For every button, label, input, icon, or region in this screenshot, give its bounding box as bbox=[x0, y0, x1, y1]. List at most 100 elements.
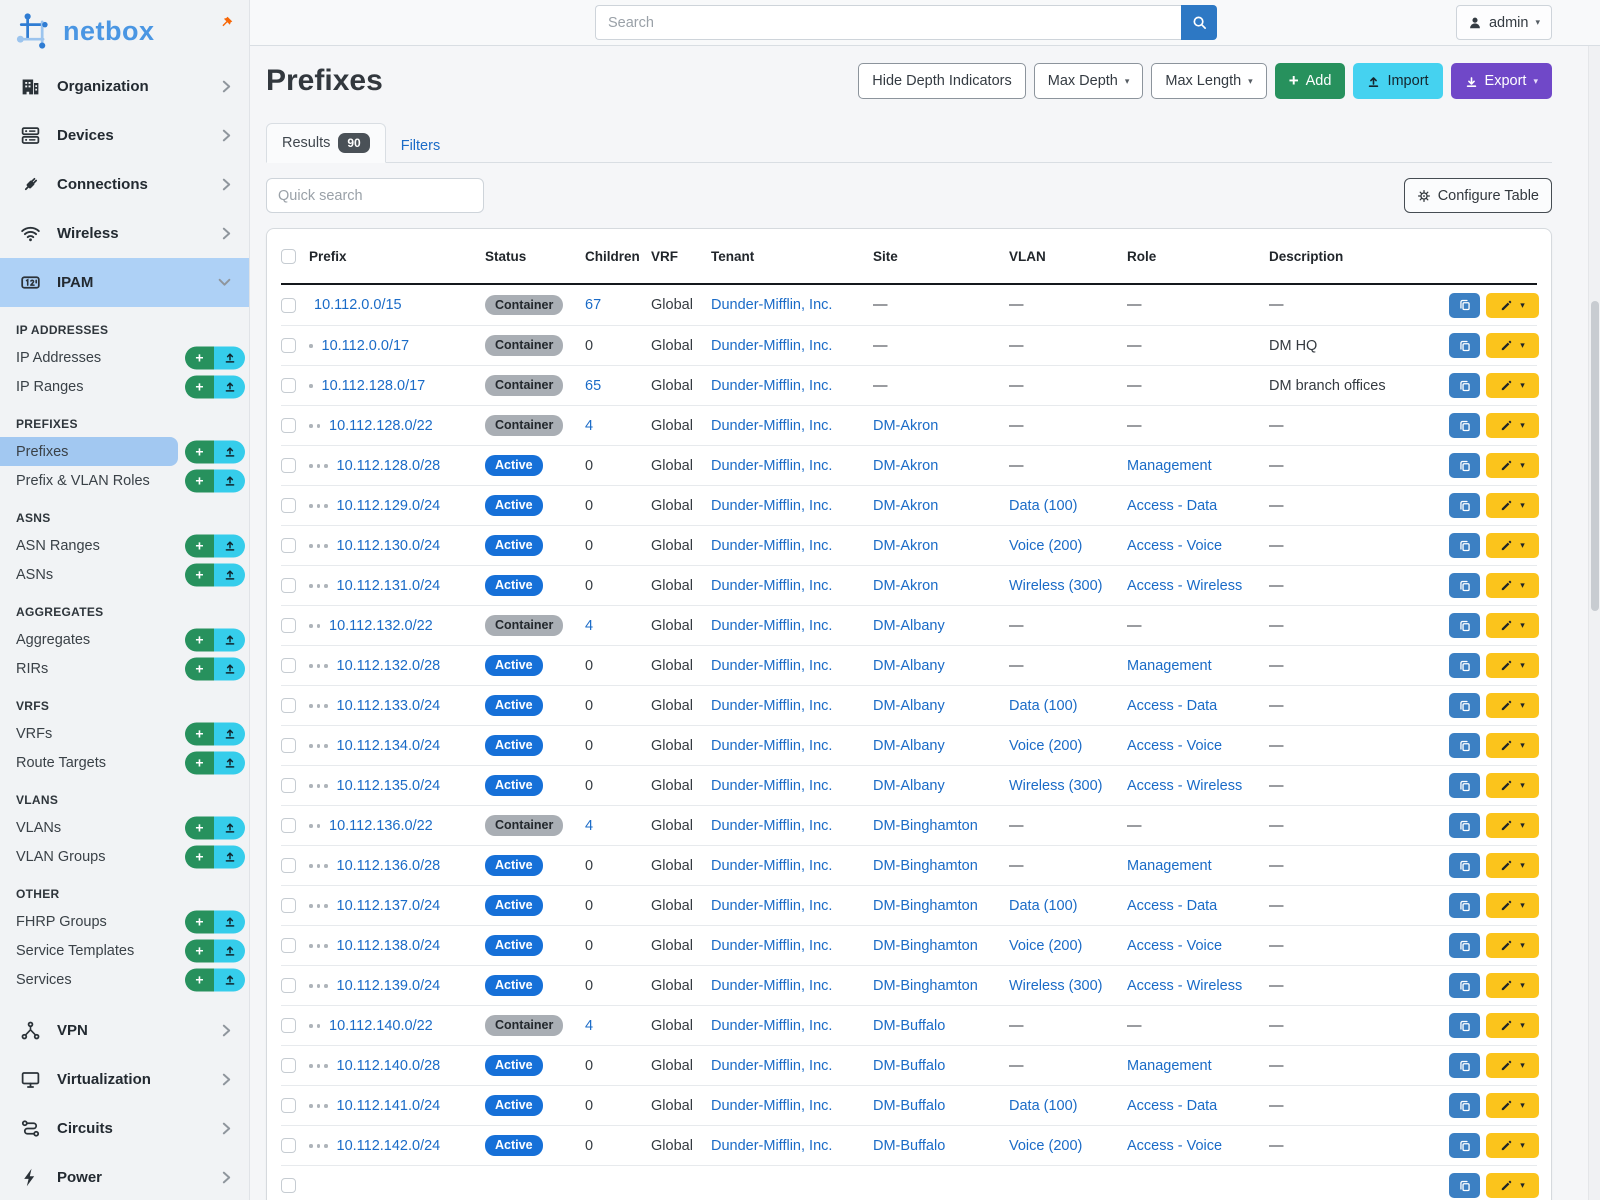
sidebar-item-vlan-groups[interactable]: VLAN Groups bbox=[0, 842, 178, 871]
plus-icon[interactable]: + bbox=[185, 346, 214, 369]
prefix-link[interactable]: 10.112.135.0/24 bbox=[337, 778, 441, 794]
sidebar-item-rirs[interactable]: RIRs bbox=[0, 654, 178, 683]
edit-dropdown-button[interactable]: ▾ bbox=[1486, 333, 1539, 358]
row-checkbox[interactable] bbox=[281, 578, 296, 593]
prefix-link[interactable]: 10.112.134.0/24 bbox=[337, 738, 441, 754]
column-header-tenant[interactable]: Tenant bbox=[711, 249, 873, 264]
sidebar-item-asn-ranges[interactable]: ASN Ranges bbox=[0, 531, 178, 560]
sidebar-item-prefix-vlan-roles[interactable]: Prefix & VLAN Roles bbox=[0, 466, 178, 495]
children-count-link[interactable]: 65 bbox=[585, 378, 601, 394]
plus-icon[interactable]: + bbox=[185, 375, 214, 398]
tenant-link[interactable]: Dunder-Mifflin, Inc. bbox=[711, 938, 832, 954]
site-link[interactable]: DM-Buffalo bbox=[873, 1098, 945, 1114]
scrollbar[interactable] bbox=[1588, 46, 1600, 1200]
site-link[interactable]: DM-Akron bbox=[873, 538, 938, 554]
row-checkbox[interactable] bbox=[281, 738, 296, 753]
import-icon[interactable] bbox=[214, 939, 245, 962]
clone-button[interactable] bbox=[1449, 933, 1480, 958]
row-checkbox[interactable] bbox=[281, 778, 296, 793]
edit-dropdown-button[interactable]: ▾ bbox=[1486, 693, 1539, 718]
tenant-link[interactable]: Dunder-Mifflin, Inc. bbox=[711, 1058, 832, 1074]
hide-depth-indicators-button[interactable]: Hide Depth Indicators bbox=[858, 63, 1025, 99]
prefix-link[interactable]: 10.112.129.0/24 bbox=[337, 498, 441, 514]
column-header-vrf[interactable]: VRF bbox=[651, 249, 711, 264]
row-checkbox[interactable] bbox=[281, 938, 296, 953]
clone-button[interactable] bbox=[1449, 893, 1480, 918]
row-checkbox[interactable] bbox=[281, 818, 296, 833]
prefix-link[interactable]: 10.112.136.0/22 bbox=[329, 818, 433, 834]
row-checkbox[interactable] bbox=[281, 858, 296, 873]
tenant-link[interactable]: Dunder-Mifflin, Inc. bbox=[711, 1138, 832, 1154]
tenant-link[interactable]: Dunder-Mifflin, Inc. bbox=[711, 498, 832, 514]
clone-button[interactable] bbox=[1449, 853, 1480, 878]
import-icon[interactable] bbox=[214, 534, 245, 557]
clone-button[interactable] bbox=[1449, 1013, 1480, 1038]
tenant-link[interactable]: Dunder-Mifflin, Inc. bbox=[711, 818, 832, 834]
search-button[interactable] bbox=[1181, 5, 1217, 40]
edit-dropdown-button[interactable]: ▾ bbox=[1486, 773, 1539, 798]
tenant-link[interactable]: Dunder-Mifflin, Inc. bbox=[711, 338, 832, 354]
plus-icon[interactable]: + bbox=[185, 910, 214, 933]
prefix-link[interactable]: 10.112.128.0/17 bbox=[322, 378, 426, 394]
sidebar-item-virtualization[interactable]: Virtualization bbox=[0, 1055, 249, 1104]
vlan-link[interactable]: Voice (200) bbox=[1009, 538, 1082, 554]
prefix-link[interactable]: 10.112.0.0/15 bbox=[314, 297, 402, 313]
plus-icon[interactable]: + bbox=[185, 628, 214, 651]
select-all-checkbox[interactable] bbox=[281, 249, 296, 264]
edit-dropdown-button[interactable]: ▾ bbox=[1486, 453, 1539, 478]
row-checkbox[interactable] bbox=[281, 978, 296, 993]
edit-dropdown-button[interactable]: ▾ bbox=[1486, 493, 1539, 518]
site-link[interactable]: DM-Akron bbox=[873, 498, 938, 514]
tenant-link[interactable]: Dunder-Mifflin, Inc. bbox=[711, 538, 832, 554]
sidebar-item-service-templates[interactable]: Service Templates bbox=[0, 936, 178, 965]
plus-icon[interactable]: + bbox=[185, 534, 214, 557]
site-link[interactable]: DM-Albany bbox=[873, 738, 945, 754]
vlan-link[interactable]: Data (100) bbox=[1009, 898, 1078, 914]
brand-name[interactable]: netbox bbox=[63, 16, 155, 47]
search-input[interactable] bbox=[595, 5, 1181, 40]
clone-button[interactable] bbox=[1449, 333, 1480, 358]
sidebar-item-organization[interactable]: Organization bbox=[0, 62, 249, 111]
tenant-link[interactable]: Dunder-Mifflin, Inc. bbox=[711, 458, 832, 474]
tenant-link[interactable]: Dunder-Mifflin, Inc. bbox=[711, 1018, 832, 1034]
row-checkbox[interactable] bbox=[281, 418, 296, 433]
prefix-link[interactable]: 10.112.132.0/22 bbox=[329, 618, 433, 634]
site-link[interactable]: DM-Binghamton bbox=[873, 898, 978, 914]
import-icon[interactable] bbox=[214, 845, 245, 868]
site-link[interactable]: DM-Albany bbox=[873, 618, 945, 634]
import-icon[interactable] bbox=[214, 816, 245, 839]
role-link[interactable]: Access - Data bbox=[1127, 698, 1217, 714]
edit-dropdown-button[interactable]: ▾ bbox=[1486, 373, 1539, 398]
prefix-link[interactable]: 10.112.141.0/24 bbox=[337, 1098, 441, 1114]
clone-button[interactable] bbox=[1449, 533, 1480, 558]
row-checkbox[interactable] bbox=[281, 538, 296, 553]
row-checkbox[interactable] bbox=[281, 1178, 296, 1193]
column-header-description[interactable]: Description bbox=[1269, 249, 1447, 264]
edit-dropdown-button[interactable]: ▾ bbox=[1486, 813, 1539, 838]
sidebar-item-circuits[interactable]: Circuits bbox=[0, 1104, 249, 1153]
sidebar-item-vrfs[interactable]: VRFs bbox=[0, 719, 178, 748]
row-checkbox[interactable] bbox=[281, 898, 296, 913]
tenant-link[interactable]: Dunder-Mifflin, Inc. bbox=[711, 658, 832, 674]
plus-icon[interactable]: + bbox=[185, 440, 214, 463]
prefix-link[interactable]: 10.112.140.0/22 bbox=[329, 1018, 433, 1034]
prefix-link[interactable]: 10.112.133.0/24 bbox=[337, 698, 441, 714]
clone-button[interactable] bbox=[1449, 293, 1480, 318]
vlan-link[interactable]: Wireless (300) bbox=[1009, 578, 1102, 594]
clone-button[interactable] bbox=[1449, 493, 1480, 518]
row-checkbox[interactable] bbox=[281, 1098, 296, 1113]
role-link[interactable]: Access - Voice bbox=[1127, 1138, 1222, 1154]
import-icon[interactable] bbox=[214, 628, 245, 651]
vlan-link[interactable]: Data (100) bbox=[1009, 1098, 1078, 1114]
row-checkbox[interactable] bbox=[281, 1138, 296, 1153]
sidebar-item-aggregates[interactable]: Aggregates bbox=[0, 625, 178, 654]
tenant-link[interactable]: Dunder-Mifflin, Inc. bbox=[711, 898, 832, 914]
children-count-link[interactable]: 4 bbox=[585, 1018, 593, 1034]
edit-dropdown-button[interactable]: ▾ bbox=[1486, 573, 1539, 598]
sidebar-item-ip-addresses[interactable]: IP Addresses bbox=[0, 343, 178, 372]
tenant-link[interactable]: Dunder-Mifflin, Inc. bbox=[711, 978, 832, 994]
role-link[interactable]: Access - Voice bbox=[1127, 538, 1222, 554]
plus-icon[interactable]: + bbox=[185, 816, 214, 839]
role-link[interactable]: Management bbox=[1127, 858, 1212, 874]
vlan-link[interactable]: Data (100) bbox=[1009, 498, 1078, 514]
